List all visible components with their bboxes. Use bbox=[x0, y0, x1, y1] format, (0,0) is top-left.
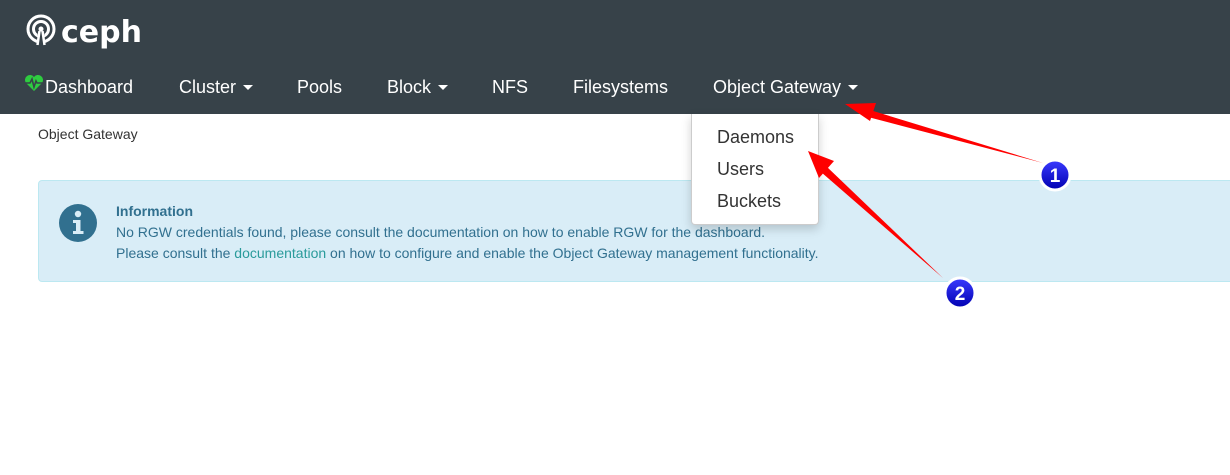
caret-down-icon bbox=[848, 84, 859, 90]
info-circle-icon bbox=[59, 204, 97, 247]
object-gateway-dropdown-menu: Daemons Users Buckets bbox=[691, 114, 819, 225]
menu-item-users[interactable]: Users bbox=[717, 159, 764, 180]
nav-label: Cluster bbox=[179, 77, 237, 97]
nav-item-dashboard[interactable]: Dashboard bbox=[24, 70, 133, 104]
alert-title: Information bbox=[116, 203, 193, 219]
caret-down-icon bbox=[438, 84, 449, 90]
alert-message-2: Please consult the documentation on how … bbox=[116, 245, 819, 261]
nav-item-pools[interactable]: Pools bbox=[297, 70, 342, 104]
badge-label: 2 bbox=[955, 284, 966, 305]
documentation-link[interactable]: documentation bbox=[234, 245, 326, 261]
info-alert: Information No RGW credentials found, pl… bbox=[38, 180, 1230, 282]
nav-label: Object Gateway bbox=[713, 77, 842, 97]
alert-text: on how to configure and enable the Objec… bbox=[326, 245, 819, 261]
nav-item-block[interactable]: Block bbox=[387, 70, 449, 104]
heartbeat-icon bbox=[24, 69, 44, 103]
nav-label: Dashboard bbox=[45, 77, 134, 97]
menu-item-daemons[interactable]: Daemons bbox=[717, 127, 794, 148]
breadcrumb: Object Gateway bbox=[38, 126, 138, 142]
nav-item-cluster[interactable]: Cluster bbox=[179, 70, 254, 104]
nav-label: Block bbox=[387, 77, 432, 97]
ceph-logo[interactable]: ceph bbox=[25, 14, 142, 50]
caret-down-icon bbox=[243, 84, 254, 90]
nav-label: NFS bbox=[492, 77, 528, 97]
nav-item-object-gateway[interactable]: Object Gateway bbox=[713, 70, 859, 104]
alert-text: Please consult the bbox=[116, 245, 235, 261]
brand-name: ceph bbox=[61, 14, 142, 50]
nav-item-nfs[interactable]: NFS bbox=[492, 70, 528, 104]
nav-label: Filesystems bbox=[573, 77, 669, 97]
annotation-badge-2: 2 bbox=[943, 276, 977, 310]
nav-label: Pools bbox=[297, 77, 343, 97]
alert-message: No RGW credentials found, please consult… bbox=[116, 224, 766, 240]
top-navbar: ceph Dashboard Cluster Pools Block NFS F… bbox=[0, 0, 1230, 114]
menu-item-buckets[interactable]: Buckets bbox=[717, 191, 781, 212]
main-nav: Dashboard Cluster Pools Block NFS Filesy… bbox=[0, 70, 1230, 104]
ceph-logo-icon bbox=[25, 14, 57, 51]
nav-item-filesystems[interactable]: Filesystems bbox=[573, 70, 668, 104]
